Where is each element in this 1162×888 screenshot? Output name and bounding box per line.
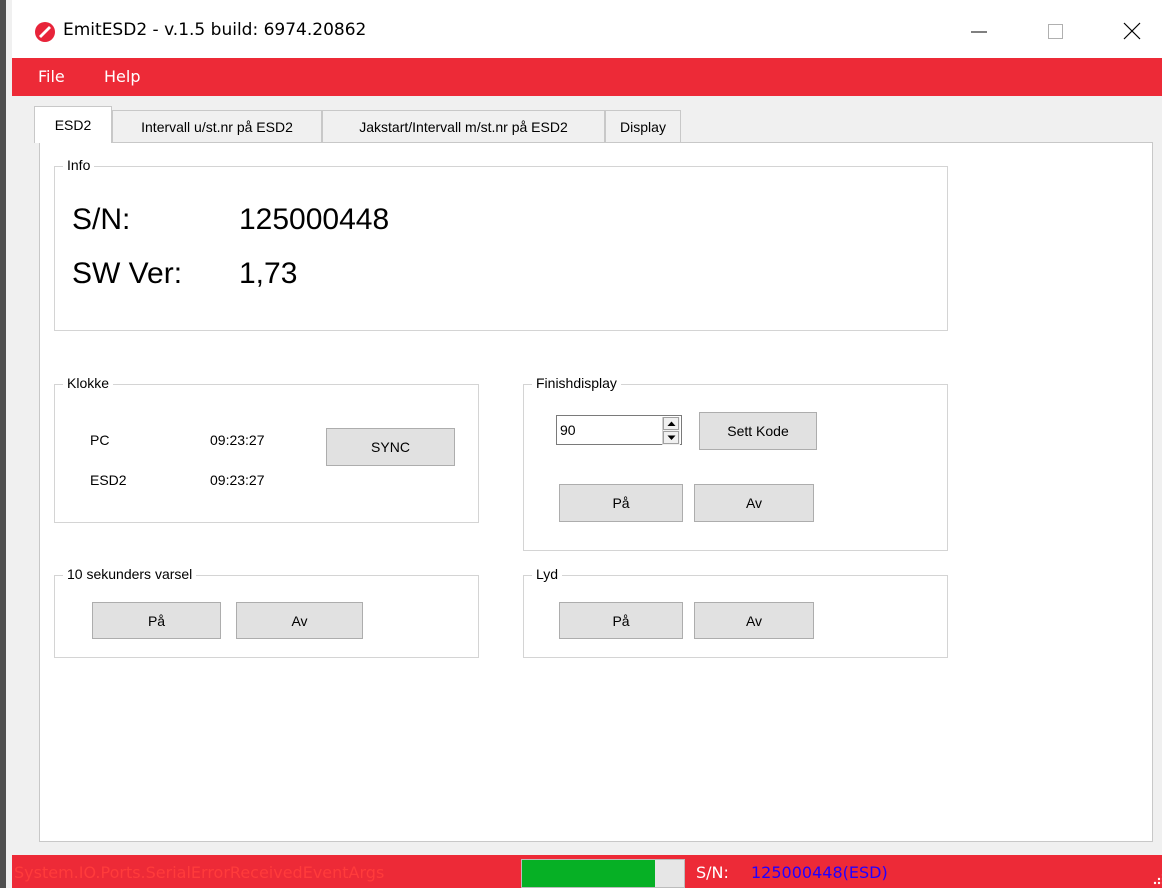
lyd-group: Lyd På Av	[523, 566, 948, 658]
esd2-time: 09:23:27	[210, 472, 265, 488]
minimize-button[interactable]	[956, 10, 1002, 50]
status-sn-value: 125000448(ESD)	[751, 863, 888, 882]
finishdisplay-on-button[interactable]: På	[559, 484, 683, 522]
tab-page-esd2: Info S/N: 125000448 SW Ver: 1,73 Klokke …	[39, 142, 1153, 842]
maximize-button[interactable]	[1032, 10, 1078, 50]
pc-label: PC	[90, 432, 110, 448]
tab-intervall[interactable]: Intervall u/st.nr på ESD2	[112, 110, 322, 142]
window-title: EmitESD2 - v.1.5 build: 6974.20862	[63, 20, 367, 40]
title-bar[interactable]: EmitESD2 - v.1.5 build: 6974.20862	[12, 0, 1162, 58]
spin-down-button[interactable]	[663, 431, 680, 445]
info-group: Info S/N: 125000448 SW Ver: 1,73	[54, 157, 948, 331]
sett-kode-button[interactable]: Sett Kode	[699, 412, 817, 450]
menu-help[interactable]: Help	[104, 67, 140, 86]
progress-fill	[522, 860, 655, 887]
arrow-up-icon	[663, 417, 679, 430]
main-window: EmitESD2 - v.1.5 build: 6974.20862 File …	[0, 0, 1162, 888]
varsel-group: 10 sekunders varsel På Av	[54, 566, 479, 658]
maximize-icon	[1048, 24, 1063, 39]
sn-value: 125000448	[239, 203, 390, 236]
menu-file[interactable]: File	[38, 67, 65, 86]
finishdisplay-off-button[interactable]: Av	[694, 484, 814, 522]
minimize-icon	[971, 31, 987, 33]
lyd-group-title: Lyd	[532, 566, 563, 582]
finishdisplay-group-title: Finishdisplay	[532, 375, 621, 391]
spin-buttons	[662, 417, 680, 445]
info-group-title: Info	[63, 157, 95, 173]
varsel-off-button[interactable]: Av	[236, 602, 363, 639]
sw-version-value: 1,73	[239, 257, 298, 290]
status-sn-label: S/N:	[696, 863, 729, 882]
tab-esd2[interactable]: ESD2	[34, 106, 112, 143]
resize-grip-icon[interactable]	[1152, 872, 1162, 886]
status-bar: System.IO.Ports.SerialErrorReceivedEvent…	[12, 855, 1162, 888]
klokke-group-title: Klokke	[63, 375, 114, 391]
tab-display[interactable]: Display	[605, 110, 681, 142]
menu-bar: File Help	[12, 58, 1162, 96]
lyd-off-button[interactable]: Av	[694, 602, 814, 639]
varsel-group-title: 10 sekunders varsel	[63, 566, 197, 582]
progress-bar	[521, 859, 685, 888]
sync-button[interactable]: SYNC	[326, 428, 455, 466]
esd2-label: ESD2	[90, 472, 127, 488]
sw-version-label: SW Ver:	[72, 257, 183, 290]
code-value: 90	[560, 422, 576, 438]
code-stepper[interactable]: 90	[556, 415, 682, 445]
spin-up-button[interactable]	[663, 417, 680, 431]
close-button[interactable]	[1108, 10, 1154, 50]
status-message: System.IO.Ports.SerialErrorReceivedEvent…	[14, 863, 385, 882]
finishdisplay-group: Finishdisplay 90 Sett Kode På Av	[523, 375, 948, 551]
klokke-group: Klokke PC 09:23:27 ESD2 09:23:27 SYNC	[54, 375, 479, 523]
arrow-down-icon	[663, 431, 679, 444]
tab-jakstart[interactable]: Jakstart/Intervall m/st.nr på ESD2	[322, 110, 605, 142]
varsel-on-button[interactable]: På	[92, 602, 221, 639]
close-icon	[1123, 22, 1141, 40]
pc-time: 09:23:27	[210, 432, 265, 448]
lyd-on-button[interactable]: På	[559, 602, 683, 639]
app-logo-icon	[35, 22, 55, 42]
sn-label: S/N:	[72, 203, 131, 236]
